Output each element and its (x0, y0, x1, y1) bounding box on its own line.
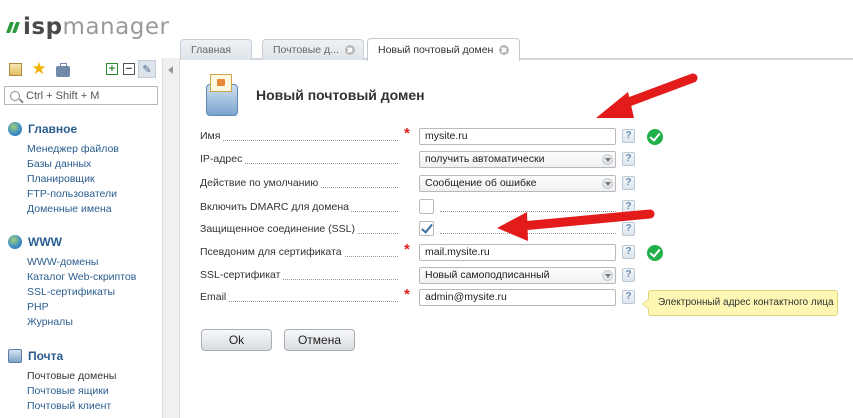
sidebar-toolbar: ★ + − ✎ (0, 58, 162, 82)
form-row-ssl-certificate: SSL-сертификат Новый самоподписанный ? (200, 267, 680, 285)
sidebar-section-main: Главное Менеджер файлов Базы данных План… (0, 120, 162, 217)
tab-label: Главная (191, 44, 231, 56)
sidebar-section-title: Главное (28, 122, 78, 136)
form-row-ssl: Защищенное соединение (SSL) ? (200, 221, 680, 239)
valid-check-icon (647, 245, 663, 261)
app-logo: isp manager (5, 12, 169, 42)
field-label: Включить DMARC для домена (200, 201, 351, 213)
ip-address-select[interactable]: получить автоматически (419, 151, 616, 168)
form-row-cert-alias: Псевдоним для сертификата * mail.mysite.… (200, 241, 680, 262)
logo-text-isp: isp (23, 14, 63, 40)
mail-domain-icon (202, 74, 240, 118)
form-row-default-action: Действие по умолчанию Сообщение об ошибк… (200, 175, 680, 193)
tree-view-icon[interactable] (7, 61, 23, 77)
tab-mail-domains[interactable]: Почтовые д... (262, 39, 364, 60)
required-mark: * (404, 241, 410, 258)
select-value: получить автоматически (425, 153, 545, 165)
globe-icon (8, 235, 22, 249)
cert-alias-input[interactable]: mail.mysite.ru (419, 244, 616, 261)
help-icon[interactable]: ? (622, 176, 635, 190)
sidebar-item-ftp-users[interactable]: FTP-пользователи (0, 187, 162, 202)
email-input[interactable]: admin@mysite.ru (419, 289, 616, 306)
sidebar-item-file-manager[interactable]: Менеджер файлов (0, 142, 162, 157)
sidebar-section-header[interactable]: Почта (0, 347, 162, 365)
search-icon (10, 90, 20, 101)
field-label: Защищенное соединение (SSL) (200, 223, 357, 235)
help-icon[interactable]: ? (622, 129, 635, 143)
field-label: Псевдоним для сертификата (200, 246, 344, 258)
sidebar-item-domain-names[interactable]: Доменные имена (0, 202, 162, 217)
favorites-star-icon[interactable]: ★ (31, 60, 47, 77)
sidebar-item-databases[interactable]: Базы данных (0, 157, 162, 172)
sidebar-item-mail-domains[interactable]: Почтовые домены (0, 369, 162, 384)
valid-check-icon (647, 129, 663, 145)
dmarc-checkbox[interactable] (419, 199, 434, 214)
logo-text-manager: manager (62, 14, 170, 40)
select-value: Сообщение об ошибке (425, 177, 537, 189)
help-icon[interactable]: ? (622, 245, 635, 259)
chevron-down-icon[interactable] (602, 178, 613, 189)
sidebar-item-php[interactable]: PHP (0, 300, 162, 315)
collapse-all-icon[interactable]: − (123, 63, 135, 75)
field-label: IP-адрес (200, 153, 245, 165)
form-row-ip: IP-адрес получить автоматически ? (200, 151, 680, 169)
field-label: SSL-сертификат (200, 269, 283, 281)
tab-label: Почтовые д... (273, 44, 339, 56)
chevron-down-icon[interactable] (602, 154, 613, 165)
sidebar-item-scheduler[interactable]: Планировщик (0, 172, 162, 187)
sidebar-section-mail: Почта Почтовые домены Почтовые ящики Поч… (0, 347, 162, 414)
pin-icon[interactable]: ✎ (138, 60, 156, 78)
arrow-icon (596, 73, 698, 118)
select-value: Новый самоподписанный (425, 269, 550, 281)
help-icon[interactable]: ? (622, 200, 635, 214)
sidebar-item-web-scripts[interactable]: Каталог Web-скриптов (0, 270, 162, 285)
globe-icon (8, 122, 22, 136)
form-row-dmarc: Включить DMARC для домена ? (200, 199, 680, 217)
sidebar-item-www-domains[interactable]: WWW-домены (0, 255, 162, 270)
expand-all-icon[interactable]: + (106, 63, 118, 75)
field-label: Email (200, 291, 229, 303)
required-mark: * (404, 125, 410, 142)
required-mark: * (404, 286, 410, 303)
ssl-certificate-select[interactable]: Новый самоподписанный (419, 267, 616, 284)
help-icon[interactable]: ? (622, 268, 635, 282)
logo-mark-icon (5, 20, 21, 34)
help-icon[interactable]: ? (622, 152, 635, 166)
chevron-down-icon[interactable] (602, 270, 613, 281)
cancel-button[interactable]: Отмена (284, 329, 355, 351)
sidebar-item-ssl-certificates[interactable]: SSL-сертификаты (0, 285, 162, 300)
sidebar-item-logs[interactable]: Журналы (0, 315, 162, 330)
sidebar-section-header[interactable]: Главное (0, 120, 162, 138)
tab-label: Новый почтовый домен (378, 44, 494, 56)
form-row-email: Email * admin@mysite.ru ? (200, 286, 680, 307)
default-action-select[interactable]: Сообщение об ошибке (419, 175, 616, 192)
help-icon[interactable]: ? (622, 290, 635, 304)
sidebar-section-header[interactable]: WWW (0, 233, 162, 251)
sidebar-splitter[interactable] (162, 58, 180, 418)
field-label: Имя (200, 130, 223, 142)
tab-home[interactable]: Главная (180, 39, 252, 60)
field-label: Действие по умолчанию (200, 177, 321, 189)
search-input[interactable] (26, 89, 156, 102)
close-icon[interactable] (499, 45, 510, 55)
sidebar-section-title: Почта (28, 349, 64, 363)
ssl-checkbox[interactable] (419, 221, 434, 236)
close-icon[interactable] (344, 45, 355, 55)
sidebar-search[interactable] (4, 86, 158, 105)
help-icon[interactable]: ? (622, 222, 635, 236)
sidebar-section-www: WWW WWW-домены Каталог Web-скриптов SSL-… (0, 233, 162, 330)
form-row-name: Имя * mysite.ru ? (200, 125, 680, 146)
form-title: Новый почтовый домен (256, 87, 425, 103)
sidebar-item-mailboxes[interactable]: Почтовые ящики (0, 384, 162, 399)
sidebar-item-mail-client[interactable]: Почтовый клиент (0, 399, 162, 414)
collapse-arrow-icon[interactable] (168, 66, 173, 74)
ok-button[interactable]: Ok (201, 329, 272, 351)
tab-new-mail-domain[interactable]: Новый почтовый домен (367, 38, 520, 61)
mail-icon (8, 349, 22, 363)
email-help-tooltip: Электронный адрес контактного лица (642, 290, 838, 316)
sidebar-section-title: WWW (28, 235, 62, 249)
briefcase-icon[interactable] (55, 61, 71, 77)
name-input[interactable]: mysite.ru (419, 128, 616, 145)
